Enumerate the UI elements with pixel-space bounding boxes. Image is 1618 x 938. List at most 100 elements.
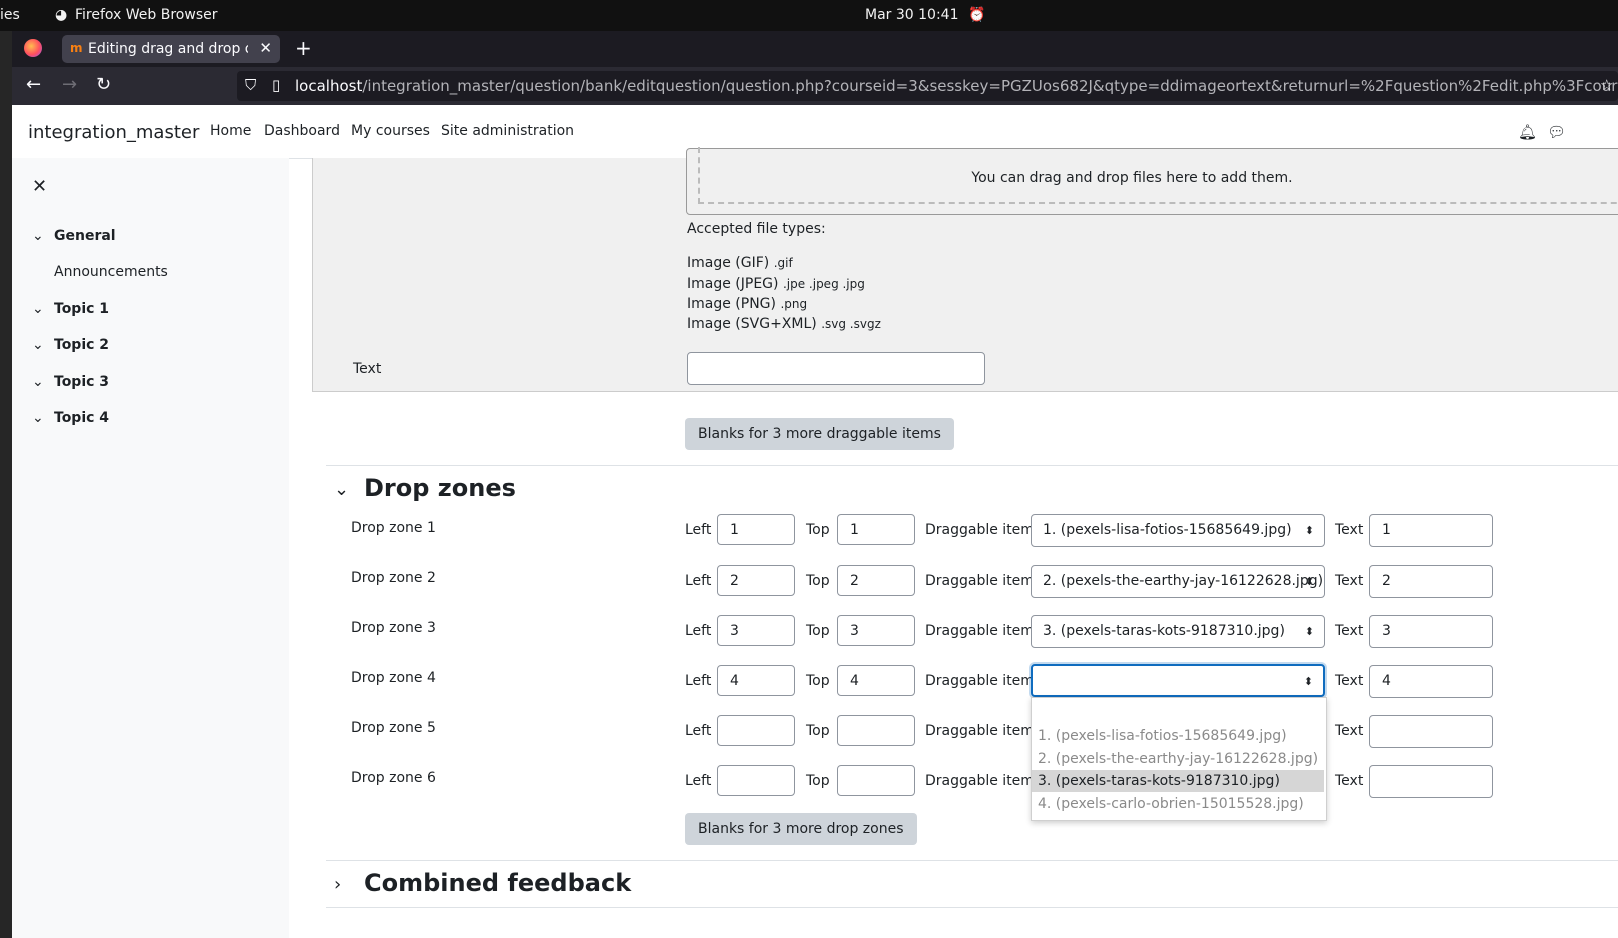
section-topic-2[interactable]: ⌄ Topic 2 [32,337,109,353]
shield-icon[interactable]: ⛉ [245,76,256,94]
left-label: Left [685,522,712,538]
left-input[interactable]: 4 [717,665,795,696]
type-name: Image (GIF) [687,255,770,271]
activities-button[interactable]: ies [0,7,20,23]
section-label: Topic 3 [54,374,110,390]
draggable-item-label: Draggable item [925,723,1034,739]
drop-zone-label: Drop zone 5 [351,720,436,736]
text-input[interactable] [1369,765,1493,798]
top-input[interactable]: 2 [837,565,915,596]
section-topic-1[interactable]: ⌄ Topic 1 [32,301,109,317]
item-announcements[interactable]: Announcements [54,264,168,280]
blanks-drop-zones-button[interactable]: Blanks for 3 more drop zones [685,813,917,845]
notifications-bell-icon[interactable]: 🔔︎ [1518,123,1537,141]
type-ext: .jpe .jpeg .jpg [782,277,865,291]
bookmark-star-icon[interactable]: ☆ [1600,76,1613,94]
combined-feedback-heading[interactable]: › Combined feedback [334,869,631,897]
type-name: Image (JPEG) [687,276,779,292]
new-tab-button[interactable]: + [295,36,312,60]
section-label: Topic 1 [54,301,110,317]
drop-zones-heading[interactable]: ⌄ Drop zones [334,474,516,502]
draggable-item-label: Draggable item [925,522,1034,538]
select-arrows-icon: ⬍ [1304,524,1314,537]
draggable-item-select-focused[interactable]: ⬍ [1031,664,1325,697]
section-topic-4[interactable]: ⌄ Topic 4 [32,410,109,426]
close-tab-icon[interactable]: ✕ [259,39,272,57]
chevron-down-icon[interactable]: ⌄ [32,374,54,390]
top-input[interactable]: 3 [837,615,915,646]
firefox-menu-icon[interactable] [24,39,42,57]
nav-site-administration[interactable]: Site administration [441,123,574,139]
url-host: localhost [295,77,363,95]
left-input[interactable] [717,765,795,796]
left-input[interactable]: 3 [717,615,795,646]
page-icon[interactable]: ▯ [272,76,280,94]
dropdown-option[interactable]: 1. (pexels-lisa-fotios-15685649.jpg) [1032,725,1324,747]
web-page: integration_master Home Dashboard My cou… [12,105,1618,938]
chevron-down-icon[interactable]: ⌄ [334,479,364,500]
draggable-item-label: Draggable item [925,573,1034,589]
top-input[interactable]: 4 [837,665,915,696]
section-label: Topic 2 [54,337,110,353]
reload-icon[interactable]: ↻ [96,74,111,95]
dropdown-option[interactable]: 2. (pexels-the-earthy-jay-16122628.jpg) [1032,748,1324,770]
tab-editing[interactable]: m Editing drag and drop onto ✕ [62,35,280,63]
dropdown-option[interactable]: 4. (pexels-carlo-obrien-15015528.jpg) [1032,793,1324,815]
left-input[interactable]: 2 [717,565,795,596]
section-topic-3[interactable]: ⌄ Topic 3 [32,374,109,390]
draggable-item-select[interactable]: 1. (pexels-lisa-fotios-15685649.jpg) ⬍ [1031,514,1325,547]
close-drawer-icon[interactable]: ✕ [32,176,47,197]
text-input[interactable]: 4 [1369,665,1493,698]
draggable-item-fieldset: You can drag and drop files here to add … [312,147,1618,392]
left-input[interactable] [717,715,795,746]
forward-icon[interactable]: → [62,74,77,95]
dropdown-option-blank[interactable] [1032,703,1324,725]
text-input[interactable] [1369,715,1493,748]
section-label: Topic 4 [54,410,110,426]
left-input[interactable]: 1 [717,514,795,545]
site-name[interactable]: integration_master [28,122,199,143]
text-input[interactable]: 2 [1369,565,1493,598]
tab-strip: m Editing drag and drop onto ✕ + [12,31,1618,67]
type-ext: .gif [773,256,793,270]
file-type-png: Image (PNG) .png [687,296,807,312]
clock[interactable]: Mar 30 10:41 [865,7,958,23]
chevron-down-icon[interactable]: ⌄ [32,337,54,353]
chevron-down-icon[interactable]: ⌄ [32,228,54,244]
chevron-down-icon[interactable]: ⌄ [32,301,54,317]
draggable-item-select[interactable]: 2. (pexels-the-earthy-jay-16122628.jpg) ⬍ [1031,565,1325,598]
text-label: Text [1335,573,1364,589]
top-input[interactable]: 1 [837,514,915,545]
draggable-item-select[interactable]: 3. (pexels-taras-kots-9187310.jpg) ⬍ [1031,615,1325,648]
text-label: Text [1335,522,1364,538]
tab-title: Editing drag and drop onto [88,41,248,57]
draggable-item-label: Draggable item [925,773,1034,789]
top-input[interactable] [837,765,915,796]
back-icon[interactable]: ← [26,74,41,95]
text-input[interactable]: 1 [1369,514,1493,547]
chevron-down-icon[interactable]: ⌄ [32,410,54,426]
section-label: General [54,228,116,244]
left-label: Left [685,673,712,689]
url-text[interactable]: localhost/integration_master/question/ba… [295,77,1618,95]
nav-dashboard[interactable]: Dashboard [264,123,340,139]
messages-chat-icon[interactable]: 💬︎ [1547,123,1566,141]
section-general[interactable]: ⌄ General [32,228,116,244]
file-drop-area[interactable]: You can drag and drop files here to add … [686,147,1618,215]
chevron-right-icon[interactable]: › [334,874,364,895]
top-input[interactable] [837,715,915,746]
file-type-jpeg: Image (JPEG) .jpe .jpeg .jpg [687,276,865,292]
firefox-app-icon: ◕ [55,7,68,23]
drop-zone-label: Drop zone 6 [351,770,436,786]
url-bar[interactable]: ⛉ ▯ localhost/integration_master/questio… [237,71,1618,101]
type-name: Image (PNG) [687,296,776,312]
app-name[interactable]: Firefox Web Browser [75,7,218,23]
blanks-draggable-items-button[interactable]: Blanks for 3 more draggable items [685,418,954,450]
nav-home[interactable]: Home [210,123,251,139]
draggable-text-input[interactable] [687,352,985,385]
nav-my-courses[interactable]: My courses [351,123,430,139]
dropdown-option-highlighted[interactable]: 3. (pexels-taras-kots-9187310.jpg) [1032,770,1324,792]
top-label: Top [806,573,830,589]
text-input[interactable]: 3 [1369,615,1493,648]
left-label: Left [685,623,712,639]
